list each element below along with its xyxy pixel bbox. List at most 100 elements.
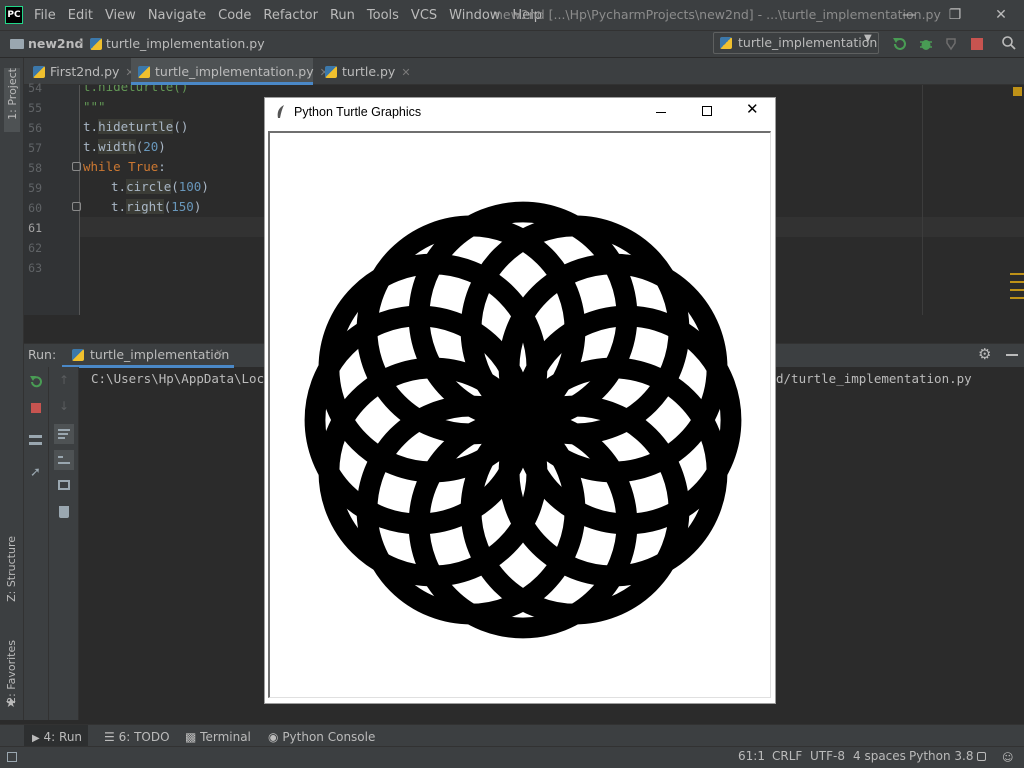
error-stripe-mark[interactable] (1010, 281, 1024, 283)
hide-panel-icon[interactable] (1006, 354, 1018, 356)
status-bar: 61:1 CRLF UTF-8 4 spaces Python 3.8 ☺ (0, 746, 1024, 768)
menu-view[interactable]: View (105, 8, 136, 23)
code-token: () (173, 119, 189, 134)
folder-icon (10, 39, 24, 49)
editor-gutter (24, 85, 80, 315)
trash-icon[interactable] (59, 506, 69, 518)
terminal-tool-label: Terminal (200, 730, 251, 744)
arrow-up-icon[interactable]: ↑ (59, 373, 69, 387)
coverage-icon[interactable] (944, 36, 960, 52)
console-output-path: d/turtle_implementation.py (776, 371, 972, 386)
code-token-number: 150 (171, 199, 194, 214)
arrow-down-icon[interactable]: ↓ (59, 399, 69, 413)
breadcrumb-project[interactable]: new2nd (28, 36, 83, 51)
menu-refactor[interactable]: Refactor (263, 8, 318, 23)
error-stripe-mark[interactable] (1010, 273, 1024, 275)
tab-turtle[interactable]: turtle.py ✕ (318, 58, 412, 85)
project-tool-button[interactable]: 1: Project (4, 68, 20, 132)
tab-label: turtle_implementation.py (155, 64, 314, 79)
line-number: 56 (28, 121, 42, 135)
todo-tool-label: 6: TODO (118, 730, 170, 744)
stop-icon[interactable] (971, 38, 983, 50)
tool-windows-icon[interactable] (7, 752, 17, 762)
rerun-icon[interactable] (29, 375, 43, 389)
left-tool-strip: 1: Project Z: Structure 2: Favorites ★ (0, 58, 24, 720)
window-title: new2nd [...\Hp\PycharmProjects\new2nd] -… (495, 7, 941, 22)
close-tab-icon[interactable]: ✕ (215, 348, 223, 359)
pin-icon[interactable]: ➚ (30, 465, 41, 480)
line-number: 61 (28, 221, 42, 235)
code-token-fn: right (126, 199, 164, 214)
turtle-graphics-window[interactable]: Python Turtle Graphics ✕ (264, 97, 776, 704)
run-label: Run: (28, 347, 57, 362)
line-separator[interactable]: CRLF (772, 749, 802, 763)
code-token: t. (111, 199, 127, 214)
minimize-button[interactable]: — (886, 0, 932, 30)
code-token-fn: hideturtle (98, 119, 174, 134)
debug-icon[interactable] (918, 36, 934, 52)
error-stripe-mark[interactable] (1010, 297, 1024, 299)
gear-icon[interactable]: ⚙ (978, 345, 991, 363)
structure-tool-button[interactable]: Z: Structure (5, 536, 18, 602)
tab-label: First2nd.py (50, 64, 120, 79)
layout-icon[interactable] (29, 435, 42, 445)
play-icon: ▶ (32, 733, 40, 744)
turtle-title-bar[interactable]: Python Turtle Graphics ✕ (265, 98, 775, 128)
indent-setting[interactable]: 4 spaces (853, 749, 906, 763)
stop-icon[interactable] (31, 403, 41, 413)
menu-file[interactable]: File (34, 8, 56, 23)
maximize-icon[interactable] (702, 106, 712, 116)
code-token: t. (83, 119, 99, 134)
soft-wrap-icon[interactable] (54, 424, 74, 444)
menu-run[interactable]: Run (330, 8, 355, 23)
error-stripe-mark[interactable] (1010, 289, 1024, 291)
menu-bar: PC File Edit View Navigate Code Refactor… (0, 0, 1024, 30)
code-line-60: t.right(150) (111, 199, 201, 214)
python-interpreter[interactable]: Python 3.8 (909, 749, 974, 763)
line-number: 60 (28, 201, 42, 215)
caret-position[interactable]: 61:1 (738, 749, 765, 763)
python-file-icon (325, 66, 337, 78)
search-icon[interactable] (1001, 35, 1017, 51)
menu-window[interactable]: Window (449, 8, 500, 23)
console-output: C:\Users\Hp\AppData\Local (91, 371, 280, 386)
turtle-canvas[interactable] (268, 131, 771, 698)
favorites-tool-label: 2: Favorites (5, 640, 18, 704)
restore-button[interactable]: ❐ (932, 0, 978, 30)
menu-code[interactable]: Code (218, 8, 251, 23)
menu-vcs[interactable]: VCS (411, 8, 437, 23)
lock-icon[interactable] (977, 752, 986, 761)
scroll-to-end-icon[interactable] (54, 450, 74, 470)
code-token: : (158, 159, 166, 174)
menu-edit[interactable]: Edit (68, 8, 93, 23)
favorites-tool-button[interactable]: 2: Favorites (5, 640, 18, 704)
run-config-label: turtle_implementation (738, 35, 878, 50)
code-token: ( (171, 179, 179, 194)
run-tab-label: turtle_implementation (90, 347, 230, 362)
rerun-icon[interactable] (892, 36, 908, 52)
console-toolbar: ↑ ↓ (49, 367, 79, 720)
warning-marker-icon[interactable] (1013, 87, 1022, 96)
tab-turtle-implementation[interactable]: turtle_implementation.py✕ (131, 58, 329, 85)
star-icon: ★ (5, 696, 17, 711)
print-icon[interactable] (58, 480, 70, 490)
close-tab-icon[interactable]: ✕ (401, 66, 410, 79)
python-file-icon (33, 66, 45, 78)
run-tab[interactable]: turtle_implementation ✕ (62, 344, 234, 368)
run-tool-label: 4: Run (43, 730, 83, 744)
inspector-icon[interactable]: ☺ (1002, 751, 1013, 764)
close-button[interactable]: ✕ (978, 0, 1024, 30)
minimize-icon[interactable] (656, 112, 666, 113)
line-number: 59 (28, 181, 42, 195)
run-config-select[interactable]: turtle_implementation ▼ (713, 32, 879, 54)
breadcrumb-file[interactable]: turtle_implementation.py (106, 36, 265, 51)
code-token: t. (111, 179, 127, 194)
file-encoding[interactable]: UTF-8 (810, 749, 845, 763)
menu-navigate[interactable]: Navigate (148, 8, 206, 23)
turtle-drawing (304, 201, 742, 639)
breadcrumb-separator-icon: › (78, 35, 84, 50)
code-token: ) (158, 139, 166, 154)
code-line-56: t.hideturtle() (83, 119, 188, 134)
menu-tools[interactable]: Tools (367, 8, 399, 23)
close-icon[interactable]: ✕ (746, 100, 759, 118)
